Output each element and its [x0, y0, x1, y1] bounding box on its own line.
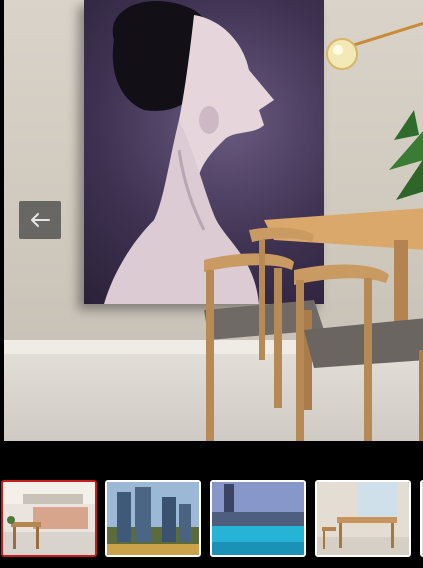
lamp-bulb — [326, 38, 358, 70]
photo-gallery — [0, 0, 423, 568]
previous-image-button[interactable] — [19, 201, 61, 239]
rooftop-pool-photo — [212, 482, 304, 555]
kitchen-dining-photo — [3, 482, 95, 555]
main-gallery-image[interactable] — [4, 0, 423, 441]
thumbnail-4[interactable] — [315, 480, 411, 557]
tower-buildings-photo — [107, 482, 199, 555]
thumbnail-strip — [0, 468, 423, 568]
arrow-left-icon — [31, 213, 50, 227]
thumbnail-1[interactable] — [1, 480, 97, 557]
potted-plant — [389, 110, 423, 200]
thumbnail-2[interactable] — [105, 480, 201, 557]
dining-chairs-and-table — [204, 208, 423, 441]
pendant-lamp — [354, 21, 423, 47]
dining-table-photo — [317, 482, 409, 555]
thumbnail-3[interactable] — [210, 480, 306, 557]
